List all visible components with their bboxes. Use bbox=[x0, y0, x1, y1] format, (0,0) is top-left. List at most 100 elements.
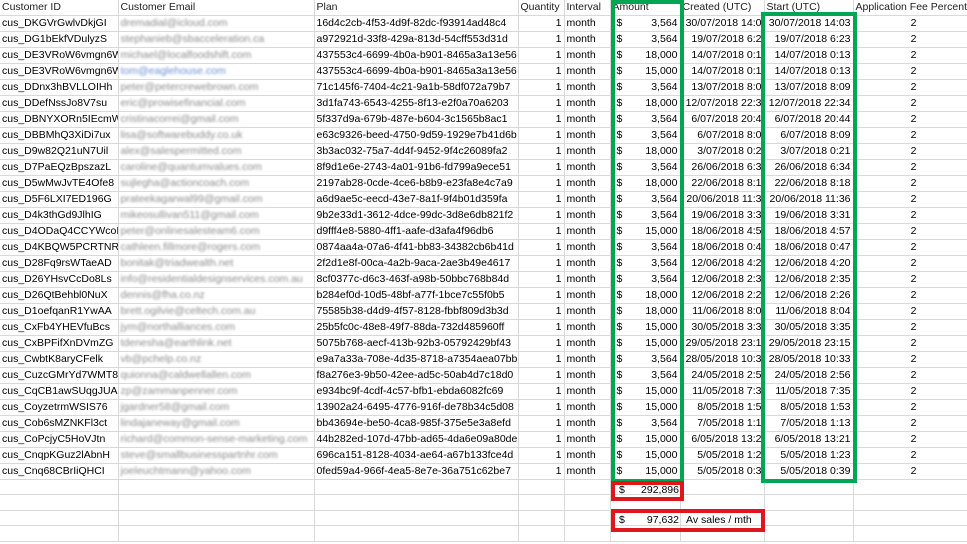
cell-quantity[interactable]: 1 bbox=[518, 319, 565, 336]
cell-application-fee[interactable]: 2 bbox=[853, 255, 967, 272]
cell-start[interactable]: 11/05/2018 7:35 bbox=[764, 383, 854, 400]
cell-customer-id[interactable]: cus_D4KBQW5PCRTNRe bbox=[0, 239, 119, 256]
cell-plan[interactable]: 0fed59a4-966f-4ea5-8e7e-36a751c62be7 bbox=[314, 463, 519, 480]
cell-interval[interactable]: month bbox=[564, 79, 611, 96]
cell-plan[interactable]: 3d1fa743-6543-4255-8f13-e2f0a70a6203 bbox=[314, 95, 519, 112]
cell-created[interactable]: 18/06/2018 4:5 bbox=[680, 223, 765, 240]
cell-plan[interactable]: 2f2d1e8f-00ca-4a2b-9aca-2ae3b49e4617 bbox=[314, 255, 519, 272]
cell-interval[interactable]: month bbox=[564, 463, 611, 480]
empty-cell[interactable] bbox=[680, 479, 765, 496]
cell-created[interactable]: 12/06/2018 4:2 bbox=[680, 255, 765, 272]
cell-amount[interactable]: $18,000 bbox=[610, 47, 681, 64]
cell-interval[interactable]: month bbox=[564, 271, 611, 288]
cell-start[interactable]: 29/05/2018 23:15 bbox=[764, 335, 854, 352]
cell-start[interactable]: 26/06/2018 6:34 bbox=[764, 159, 854, 176]
cell-application-fee[interactable]: 2 bbox=[853, 239, 967, 256]
empty-cell[interactable] bbox=[314, 479, 519, 496]
empty-row[interactable] bbox=[0, 525, 967, 542]
cell-start[interactable]: 3/07/2018 0:21 bbox=[764, 143, 854, 160]
cell-start[interactable]: 13/07/2018 8:09 bbox=[764, 79, 854, 96]
cell-application-fee[interactable]: 2 bbox=[853, 143, 967, 160]
empty-cell[interactable] bbox=[853, 479, 967, 496]
cell-created[interactable]: 19/07/2018 6:2 bbox=[680, 31, 765, 48]
cell-amount[interactable]: $3,564 bbox=[610, 367, 681, 384]
cell-customer-id[interactable]: cus_D4k3thGd9JlhIG bbox=[0, 207, 119, 224]
empty-cell[interactable] bbox=[314, 525, 519, 542]
cell-plan[interactable]: a972921d-33f8-429a-813d-54cff553d31d bbox=[314, 31, 519, 48]
cell-quantity[interactable]: 1 bbox=[518, 463, 565, 480]
cell-plan[interactable]: bb43694e-be50-4ca8-985f-375e5e3a8efd bbox=[314, 415, 519, 432]
cell-interval[interactable]: month bbox=[564, 287, 611, 304]
cell-customer-id[interactable]: cus_CuzcGMrYd7WMT8 bbox=[0, 367, 119, 384]
cell-start[interactable]: 12/06/2018 4:20 bbox=[764, 255, 854, 272]
table-row[interactable]: cus_CnqpKGuz2lAbnH steve@smallbusinesspar… bbox=[0, 447, 967, 464]
cell-quantity[interactable]: 1 bbox=[518, 63, 565, 80]
cell-application-fee[interactable]: 2 bbox=[853, 191, 967, 208]
cell-created[interactable]: 12/06/2018 2:2 bbox=[680, 287, 765, 304]
cell-application-fee[interactable]: 2 bbox=[853, 47, 967, 64]
table-row[interactable]: cus_D28Fq9rsWTaeAD bonitak@triadwealth.ne… bbox=[0, 255, 967, 272]
cell-customer-id[interactable]: cus_DBBMhQ3XiDi7ux bbox=[0, 127, 119, 144]
cell-customer-email[interactable]: info@residentialdesignservices.com.au bbox=[118, 271, 315, 288]
cell-quantity[interactable]: 1 bbox=[518, 271, 565, 288]
cell-created[interactable]: 7/05/2018 1:1 bbox=[680, 415, 765, 432]
cell-interval[interactable]: month bbox=[564, 63, 611, 80]
cell-customer-id[interactable]: cus_CxFb4YHEVfuBcs bbox=[0, 319, 119, 336]
table-row[interactable]: cus_DE3VRoW6vmgn6W michael@localfoodshift… bbox=[0, 47, 967, 64]
table-row[interactable]: cus_CuzcGMrYd7WMT8 quionna@caldwellallen.… bbox=[0, 367, 967, 384]
cell-interval[interactable]: month bbox=[564, 415, 611, 432]
cell-quantity[interactable]: 1 bbox=[518, 111, 565, 128]
cell-start[interactable]: 11/06/2018 8:04 bbox=[764, 303, 854, 320]
cell-customer-email[interactable]: steve@smallbusinesspartnhr.com bbox=[118, 447, 315, 464]
spreadsheet-grid[interactable]: Customer ID Customer Email Plan Quantity… bbox=[0, 0, 967, 542]
cell-quantity[interactable]: 1 bbox=[518, 303, 565, 320]
cell-plan[interactable]: 5075b768-aecf-413b-92b3-05792429bf43 bbox=[314, 335, 519, 352]
empty-cell[interactable] bbox=[564, 494, 611, 511]
cell-quantity[interactable]: 1 bbox=[518, 15, 565, 32]
cell-interval[interactable]: month bbox=[564, 191, 611, 208]
cell-quantity[interactable]: 1 bbox=[518, 143, 565, 160]
cell-customer-email[interactable]: zp@zammanpenner.com bbox=[118, 383, 315, 400]
cell-plan[interactable]: 8f9d1e6e-2743-4a01-91b6-fd799a9ece51 bbox=[314, 159, 519, 176]
cell-interval[interactable]: month bbox=[564, 175, 611, 192]
cell-quantity[interactable]: 1 bbox=[518, 159, 565, 176]
table-row[interactable]: cus_Cob6sMZNKFl3ct lindajaneway@gmail.com… bbox=[0, 415, 967, 432]
cell-customer-id[interactable]: cus_D7PaEQzBpszazL bbox=[0, 159, 119, 176]
cell-plan[interactable]: 75585b38-d4d9-4f57-8128-fbbf809d3b3d bbox=[314, 303, 519, 320]
cell-amount[interactable]: $18,000 bbox=[610, 143, 681, 160]
cell-amount[interactable]: $3,564 bbox=[610, 415, 681, 432]
cell-quantity[interactable]: 1 bbox=[518, 431, 565, 448]
cell-amount[interactable]: $15,000 bbox=[610, 383, 681, 400]
cell-customer-id[interactable]: cus_CnqpKGuz2lAbnH bbox=[0, 447, 119, 464]
table-row[interactable]: cus_CoyzetrmWSIS76 jgardner58@gmail.com 13… bbox=[0, 399, 967, 416]
cell-start[interactable]: 5/05/2018 1:23 bbox=[764, 447, 854, 464]
cell-application-fee[interactable]: 2 bbox=[853, 447, 967, 464]
cell-quantity[interactable]: 1 bbox=[518, 207, 565, 224]
cell-customer-email[interactable]: peter@petercrewebrown.com bbox=[118, 79, 315, 96]
total-cell[interactable]: $ 292,896 bbox=[619, 483, 679, 498]
cell-quantity[interactable]: 1 bbox=[518, 447, 565, 464]
cell-plan[interactable]: 71c145f6-7404-4c21-9a1b-58df072a79b7 bbox=[314, 79, 519, 96]
cell-customer-id[interactable]: cus_D5F6LXI7ED196G bbox=[0, 191, 119, 208]
cell-application-fee[interactable]: 2 bbox=[853, 415, 967, 432]
cell-amount[interactable]: $3,564 bbox=[610, 271, 681, 288]
cell-quantity[interactable]: 1 bbox=[518, 415, 565, 432]
cell-interval[interactable]: month bbox=[564, 351, 611, 368]
cell-customer-email[interactable]: tom@eaglehouse.com bbox=[118, 63, 315, 80]
empty-cell[interactable] bbox=[0, 510, 119, 527]
cell-created[interactable]: 12/07/2018 22:3 bbox=[680, 95, 765, 112]
header-quantity[interactable]: Quantity bbox=[518, 0, 565, 16]
cell-plan[interactable]: 16d4c2cb-4f53-4d9f-82dc-f93914ad48c4 bbox=[314, 15, 519, 32]
cell-customer-id[interactable]: cus_CoPcjyC5HoVJtn bbox=[0, 431, 119, 448]
cell-plan[interactable]: b284ef0d-10d5-48bf-a77f-1bce7c55f0b5 bbox=[314, 287, 519, 304]
empty-cell[interactable] bbox=[314, 510, 519, 527]
table-row[interactable]: cus_DBBMhQ3XiDi7ux lisa@softwarebuddy.co.… bbox=[0, 127, 967, 144]
cell-application-fee[interactable]: 2 bbox=[853, 79, 967, 96]
cell-start[interactable]: 6/05/2018 13:21 bbox=[764, 431, 854, 448]
header-application-fee[interactable]: Application Fee Percent bbox=[853, 0, 967, 16]
cell-quantity[interactable]: 1 bbox=[518, 47, 565, 64]
cell-created[interactable]: 14/07/2018 0:1 bbox=[680, 63, 765, 80]
cell-plan[interactable]: 9b2e33d1-3612-4dce-99dc-3d8e6db821f2 bbox=[314, 207, 519, 224]
cell-application-fee[interactable]: 2 bbox=[853, 207, 967, 224]
cell-amount[interactable]: $15,000 bbox=[610, 319, 681, 336]
